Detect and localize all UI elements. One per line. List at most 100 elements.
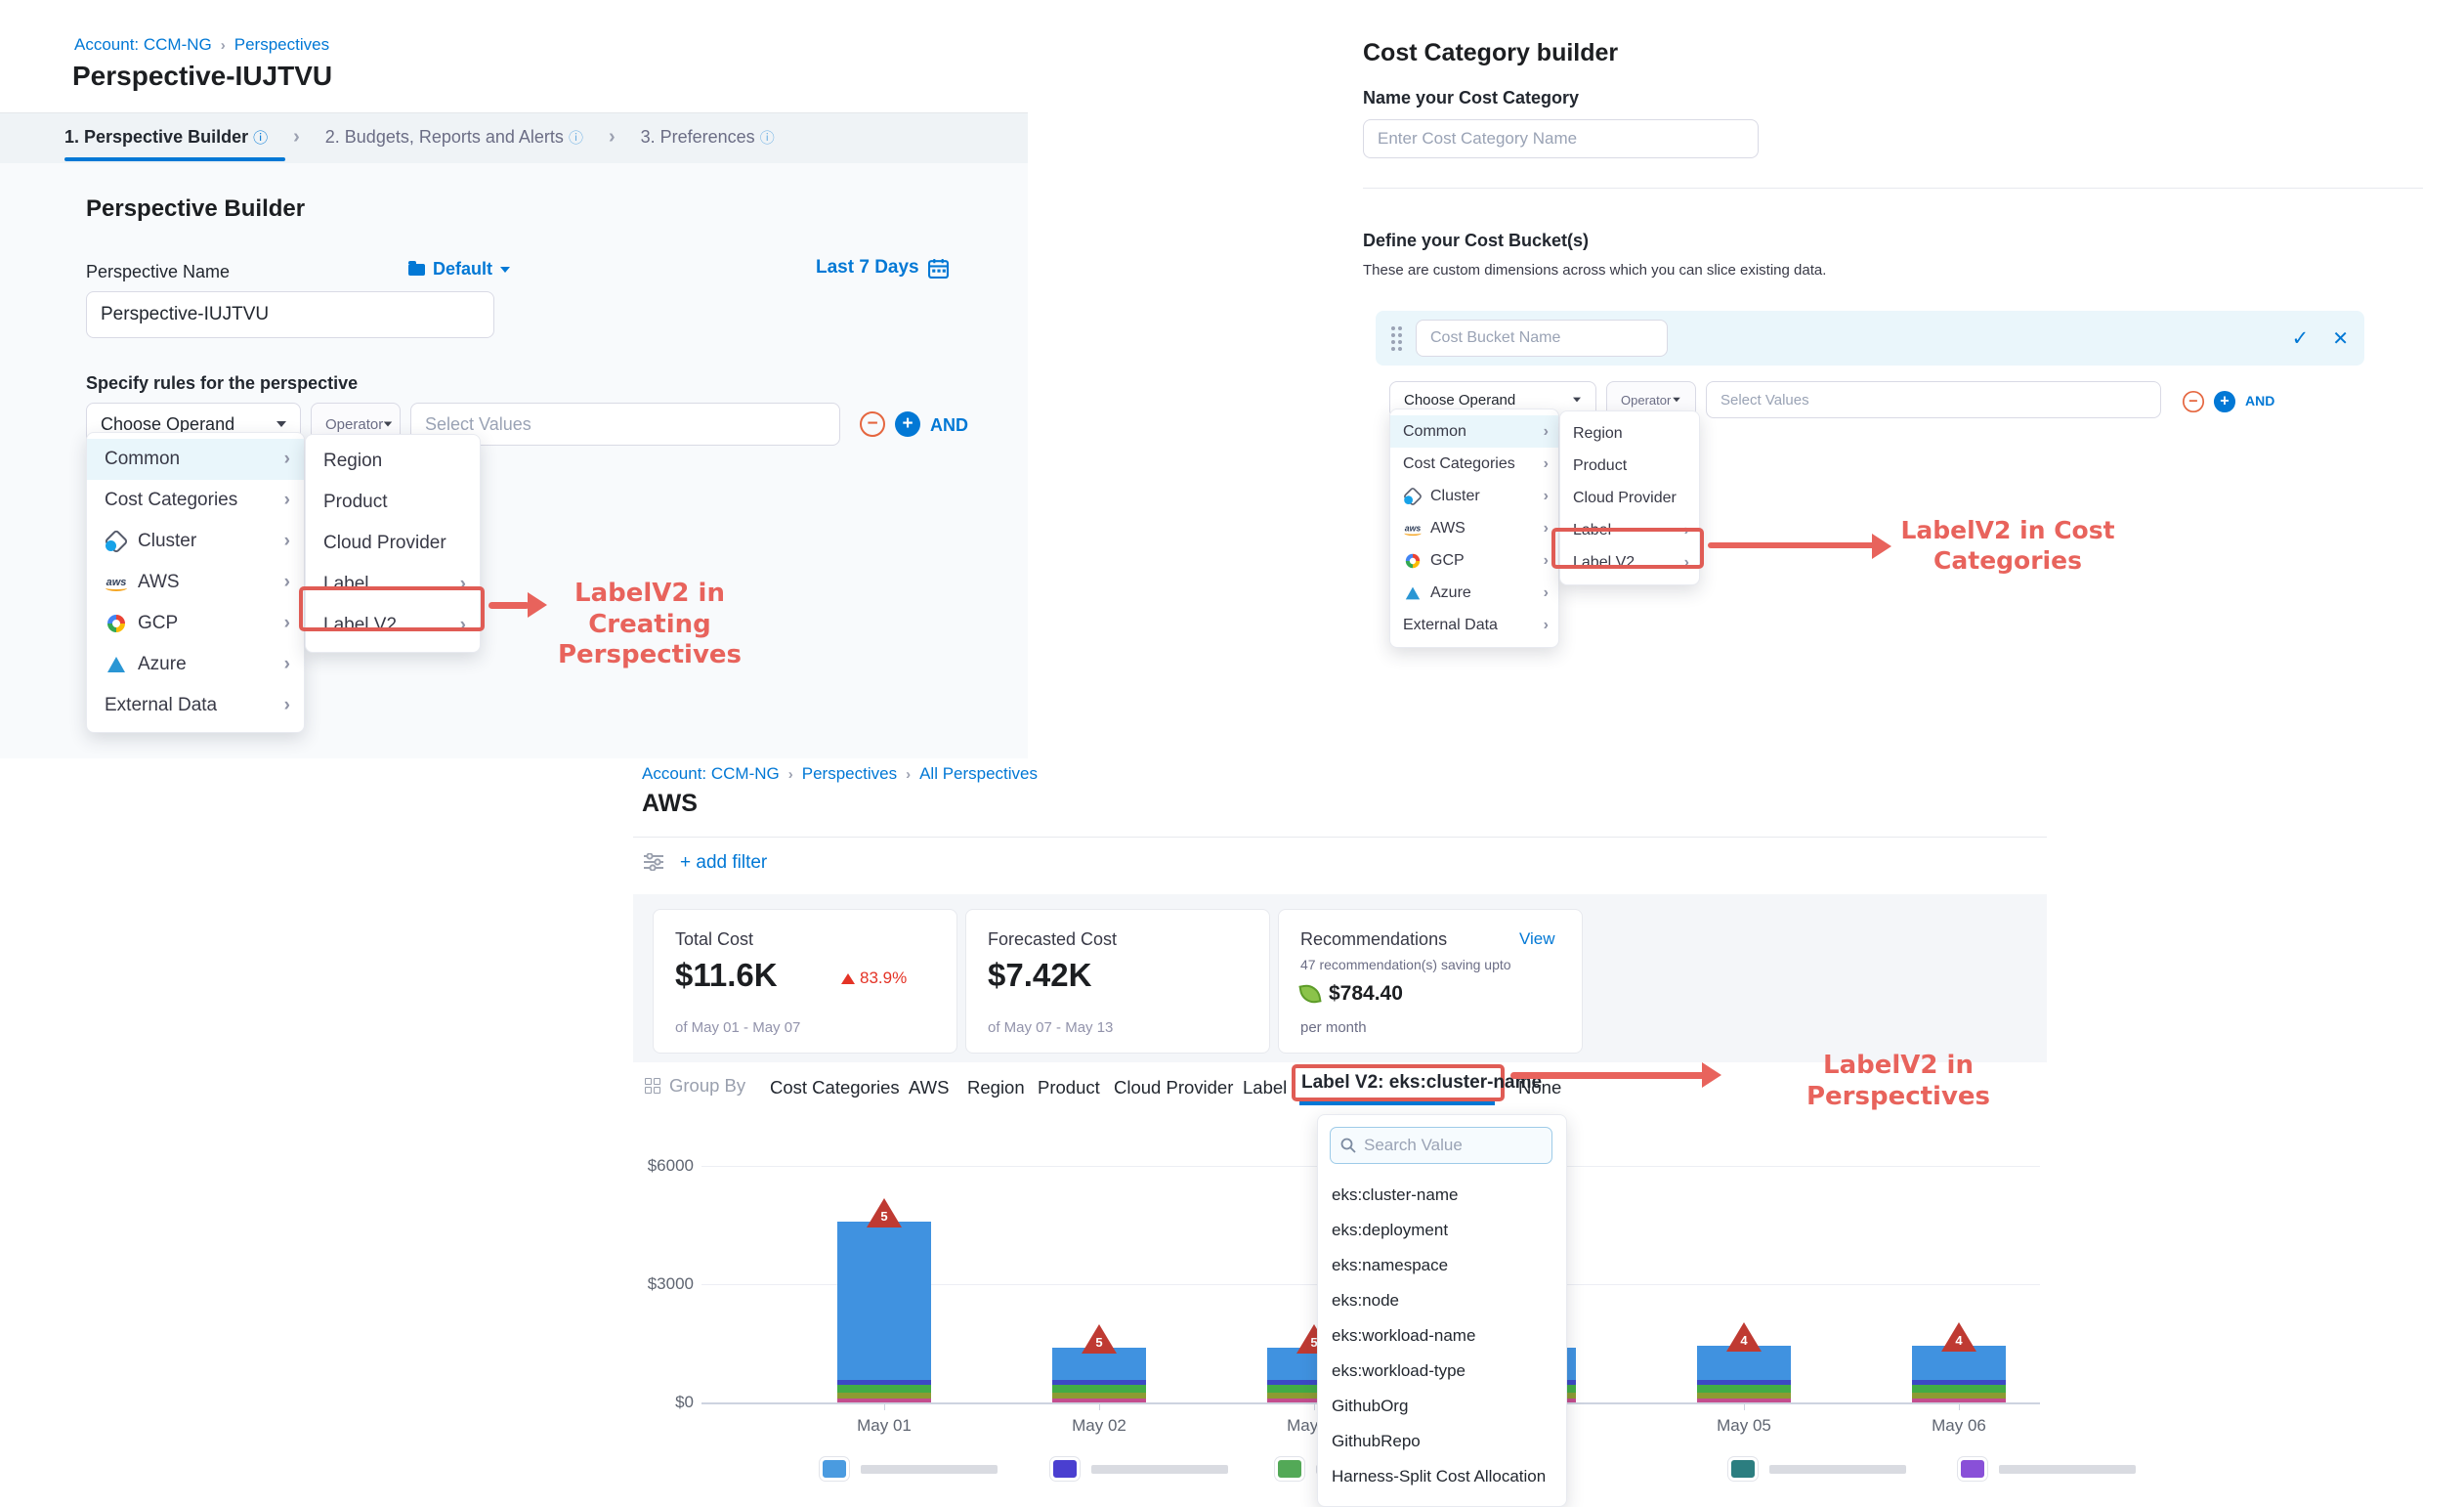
value-option-eks-node[interactable]: eks:node: [1318, 1283, 1566, 1318]
chevron-right-icon: ›: [284, 572, 290, 593]
groupby-option-cost-categories[interactable]: Cost Categories: [770, 1077, 900, 1098]
breadcrumb-account-link[interactable]: Account: CCM-NG: [642, 764, 780, 784]
legend-chip[interactable]: [1275, 1457, 1304, 1481]
gcp-icon: [1405, 553, 1421, 567]
anomaly-badge-may-06[interactable]: 4: [1941, 1322, 1976, 1352]
anomaly-badge-may-01[interactable]: 5: [867, 1198, 902, 1227]
leaf-icon: [1298, 982, 1321, 1005]
value-option-eks-cluster-name[interactable]: eks:cluster-name: [1318, 1178, 1566, 1213]
menu-item-external-data[interactable]: External Data›: [87, 685, 304, 726]
labelv2-highlight-box: [1551, 528, 1704, 569]
bar-segment: [1697, 1380, 1791, 1385]
bar-may-06[interactable]: [1912, 1346, 2006, 1402]
calendar-icon: [928, 258, 949, 279]
cost-bucket-name-input[interactable]: Cost Bucket Name: [1416, 320, 1668, 357]
groupby-option-aws[interactable]: AWS: [909, 1077, 949, 1098]
remove-rule-button[interactable]: −: [2183, 391, 2204, 412]
menu-item-cost-categories[interactable]: Cost Categories›: [87, 480, 304, 521]
remove-rule-button[interactable]: −: [860, 411, 885, 437]
anomaly-badge-may-05[interactable]: 4: [1726, 1322, 1762, 1352]
date-range-picker[interactable]: Last 7 Days: [816, 257, 949, 279]
chevron-down-icon: [1673, 398, 1680, 403]
and-operator-button[interactable]: AND: [2245, 393, 2274, 409]
menu-item-product[interactable]: Product: [1560, 450, 1699, 482]
breadcrumb-separator: ›: [221, 37, 226, 54]
cost-bucket-name-placeholder: Cost Bucket Name: [1430, 329, 1560, 347]
annotation-arrow-head: [1872, 534, 1891, 559]
cost-buckets-desc: These are custom dimensions across which…: [1363, 262, 1826, 279]
menu-item-aws[interactable]: awsAWS›: [1390, 512, 1558, 544]
savings-value: $784.40: [1329, 982, 1403, 1006]
savings-row: $784.40: [1300, 982, 1403, 1006]
view-recommendations-link[interactable]: View: [1519, 929, 1555, 949]
cost-category-name-input[interactable]: Enter Cost Category Name: [1363, 119, 1759, 158]
folder-select[interactable]: Default: [408, 259, 510, 280]
menu-item-common[interactable]: Common›: [87, 439, 304, 480]
menu-item-label: Cost Categories: [1403, 455, 1536, 473]
add-rule-button[interactable]: +: [2214, 391, 2235, 412]
tab-perspective-builder[interactable]: 1. Perspective Builder ⓘ: [64, 127, 268, 148]
cost-category-title: Cost Category builder: [1363, 39, 1618, 67]
menu-item-aws[interactable]: awsAWS›: [87, 562, 304, 603]
filter-icon[interactable]: [643, 853, 664, 871]
legend-chip[interactable]: [1050, 1457, 1080, 1481]
menu-item-azure[interactable]: Azure›: [87, 644, 304, 685]
groupby-active-label[interactable]: Label V2: eks:cluster-name: [1301, 1072, 1542, 1094]
menu-item-label: GCP: [138, 613, 276, 634]
value-option-githubrepo[interactable]: GithubRepo: [1318, 1424, 1566, 1459]
menu-item-cloud-provider[interactable]: Cloud Provider: [1560, 482, 1699, 514]
chevron-down-icon: [1573, 398, 1581, 403]
check-icon[interactable]: ✓: [2292, 326, 2310, 351]
and-operator-button[interactable]: AND: [930, 415, 968, 436]
perspective-name-input[interactable]: Perspective-IUJTVU: [86, 291, 494, 338]
menu-item-cost-categories[interactable]: Cost Categories›: [1390, 448, 1558, 480]
value-option-eks-namespace[interactable]: eks:namespace: [1318, 1248, 1566, 1283]
value-option-eks-workload-name[interactable]: eks:workload-name: [1318, 1318, 1566, 1354]
value-option-eks-workload-type[interactable]: eks:workload-type: [1318, 1354, 1566, 1389]
select-values-input[interactable]: Select Values: [1706, 381, 2161, 418]
groupby-option-product[interactable]: Product: [1038, 1077, 1100, 1098]
menu-item-gcp[interactable]: GCP›: [87, 603, 304, 644]
menu-item-cloud-provider[interactable]: Cloud Provider: [306, 523, 480, 564]
annotation-arrow: [1708, 542, 1876, 548]
breadcrumb-account-link[interactable]: Account: CCM-NG: [74, 35, 212, 55]
breadcrumb-all-perspectives-link[interactable]: All Perspectives: [919, 764, 1038, 784]
menu-item-gcp[interactable]: GCP›: [1390, 544, 1558, 577]
menu-item-product[interactable]: Product: [306, 482, 480, 523]
groupby-option-label[interactable]: Label: [1243, 1077, 1287, 1098]
close-icon[interactable]: ✕: [2332, 326, 2349, 351]
menu-item-external-data[interactable]: External Data›: [1390, 609, 1558, 641]
legend-chip[interactable]: [1728, 1457, 1758, 1481]
bar-segment: [837, 1393, 931, 1399]
menu-item-region[interactable]: Region: [1560, 417, 1699, 450]
value-option-eks-deployment[interactable]: eks:deployment: [1318, 1213, 1566, 1248]
legend-chip[interactable]: [1958, 1457, 1987, 1481]
add-filter-button[interactable]: + add filter: [680, 852, 767, 874]
bar-may-01[interactable]: [837, 1222, 931, 1402]
anomaly-badge-may-02[interactable]: 5: [1082, 1324, 1117, 1354]
groupby-option-cloud-provider[interactable]: Cloud Provider: [1114, 1077, 1233, 1098]
value-option-githuborg[interactable]: GithubOrg: [1318, 1389, 1566, 1424]
tab-budgets-reports-alerts[interactable]: 2. Budgets, Reports and Alerts ⓘ: [325, 127, 583, 148]
search-value-box[interactable]: Search Value: [1330, 1127, 1552, 1164]
legend-chip[interactable]: [820, 1457, 849, 1481]
bar-may-02[interactable]: [1052, 1348, 1146, 1402]
breadcrumb-perspectives-link[interactable]: Perspectives: [234, 35, 329, 55]
bar-may-05[interactable]: [1697, 1346, 1791, 1402]
add-rule-button[interactable]: +: [895, 411, 920, 437]
value-option-harness-split-cost-allocation[interactable]: Harness-Split Cost Allocation: [1318, 1459, 1566, 1494]
drag-handle[interactable]: [1391, 326, 1402, 351]
menu-item-cluster[interactable]: Cluster›: [1390, 480, 1558, 512]
tab-preferences[interactable]: 3. Preferences ⓘ: [641, 127, 775, 148]
bar-segment: [837, 1385, 931, 1393]
chevron-right-icon: ›: [284, 490, 290, 511]
menu-item-common[interactable]: Common›: [1390, 415, 1558, 448]
chevron-right-icon: ›: [284, 654, 290, 675]
menu-item-region[interactable]: Region: [306, 441, 480, 482]
menu-item-azure[interactable]: Azure›: [1390, 577, 1558, 609]
wizard-tabs: 1. Perspective Builder ⓘ › 2. Budgets, R…: [64, 112, 775, 161]
menu-item-cluster[interactable]: Cluster›: [87, 521, 304, 562]
breadcrumb-perspectives-link[interactable]: Perspectives: [802, 764, 897, 784]
chevron-down-icon: [276, 421, 286, 427]
groupby-option-region[interactable]: Region: [967, 1077, 1025, 1098]
